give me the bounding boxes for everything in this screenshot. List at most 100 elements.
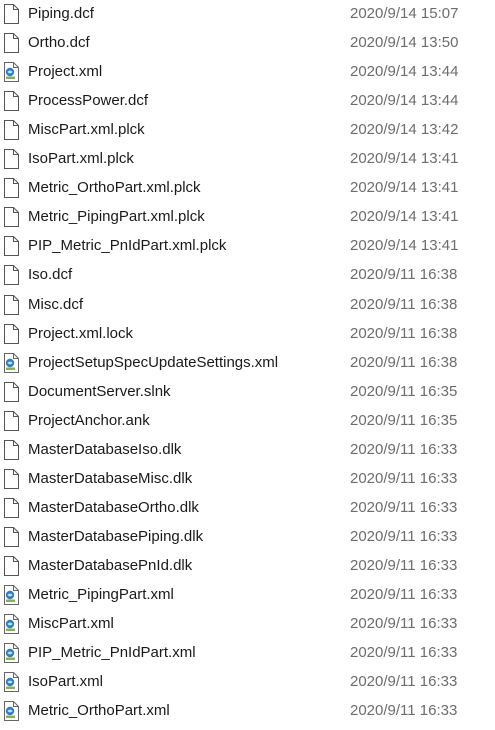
file-row[interactable]: Metric_OrthoPart.xml.plck 2020/9/14 13:4… — [0, 174, 495, 203]
file-name: PIP_Metric_PnIdPart.xml.plck — [28, 237, 227, 255]
file-row[interactable]: MasterDatabasePiping.dlk 2020/9/11 16:33 — [0, 523, 495, 552]
blank-file-icon — [3, 381, 19, 402]
file-row[interactable]: MiscPart.xml.plck 2020/9/14 13:42 — [0, 116, 495, 145]
blank-file-icon — [3, 265, 19, 286]
blank-file-icon — [3, 149, 19, 170]
xml-file-icon — [3, 62, 19, 83]
file-modified-date: 2020/9/11 16:38 — [350, 295, 458, 313]
blank-file-icon — [3, 468, 19, 489]
file-row[interactable]: ProcessPower.dcf 2020/9/14 13:44 — [0, 87, 495, 116]
file-name: ProcessPower.dcf — [28, 92, 149, 110]
xml-file-icon — [3, 585, 19, 605]
blank-file-icon — [3, 323, 19, 344]
file-name: Piping.dcf — [28, 5, 94, 22]
file-name: MasterDatabasePiping.dlk — [28, 527, 204, 545]
file-row[interactable]: MasterDatabaseOrtho.dlk 2020/9/11 16:33 — [0, 494, 495, 523]
file-row[interactable]: MiscPart.xml 2020/9/11 16:33 — [0, 610, 495, 639]
xml-file-icon — [3, 643, 19, 664]
file-modified-date: 2020/9/11 16:33 — [350, 527, 458, 545]
file-name: Metric_PipingPart.xml.plck — [28, 208, 205, 226]
file-name: Iso.dcf — [28, 266, 73, 284]
file-row[interactable]: Metric_OrthoPart.xml 2020/9/11 16:33 — [0, 697, 495, 726]
file-row[interactable]: Project.xml 2020/9/14 13:44 — [0, 58, 495, 87]
file-modified-date: 2020/9/11 16:35 — [350, 411, 458, 429]
file-modified-date: 2020/9/14 13:41 — [350, 179, 459, 197]
file-name: Ortho.dcf — [28, 34, 90, 52]
blank-file-icon — [3, 91, 19, 112]
file-row[interactable]: Metric_PipingPart.xml.plck 2020/9/14 13:… — [0, 203, 495, 232]
file-modified-date: 2020/9/14 13:42 — [350, 121, 459, 139]
file-row[interactable]: MasterDatabasePnId.dlk 2020/9/11 16:33 — [0, 552, 495, 581]
file-row[interactable]: MasterDatabaseMisc.dlk 2020/9/11 16:33 — [0, 465, 495, 494]
file-modified-date: 2020/9/14 13:41 — [350, 150, 459, 168]
file-name: DocumentServer.slnk — [28, 382, 171, 400]
file-modified-date: 2020/9/11 16:33 — [350, 673, 458, 691]
file-name: MasterDatabaseOrtho.dlk — [28, 498, 199, 516]
blank-file-icon — [3, 4, 19, 24]
file-modified-date: 2020/9/11 16:33 — [350, 498, 458, 516]
file-name: Misc.dcf — [28, 295, 84, 313]
file-row[interactable]: Metric_PipingPart.xml 2020/9/11 16:33 — [0, 581, 495, 610]
file-row[interactable]: PIP_Metric_PnIdPart.xml 2020/9/11 16:33 — [0, 639, 495, 668]
blank-file-icon — [3, 410, 19, 431]
file-name: MiscPart.xml — [28, 615, 114, 633]
file-modified-date: 2020/9/11 16:38 — [350, 324, 458, 342]
blank-file-icon — [3, 236, 19, 257]
file-modified-date: 2020/9/11 16:33 — [350, 644, 458, 662]
file-modified-date: 2020/9/14 13:44 — [350, 92, 459, 110]
file-row[interactable]: Iso.dcf 2020/9/11 16:38 — [0, 261, 495, 290]
file-row[interactable]: Misc.dcf 2020/9/11 16:38 — [0, 291, 495, 320]
file-name: IsoPart.xml — [28, 673, 104, 691]
file-name: Metric_OrthoPart.xml.plck — [28, 179, 201, 197]
file-modified-date: 2020/9/14 13:41 — [350, 237, 459, 255]
file-name: Metric_PipingPart.xml — [28, 586, 174, 603]
file-modified-date: 2020/9/14 13:50 — [350, 34, 459, 52]
file-modified-date: 2020/9/14 15:07 — [350, 5, 459, 22]
xml-file-icon — [3, 672, 19, 693]
file-list: Piping.dcf 2020/9/14 15:07 Ortho.dcf 202… — [0, 0, 495, 730]
xml-file-icon — [3, 701, 19, 722]
file-name: ProjectSetupSpecUpdateSettings.xml — [28, 353, 279, 371]
file-modified-date: 2020/9/14 13:41 — [350, 208, 459, 226]
blank-file-icon — [3, 497, 19, 518]
file-row[interactable]: ProjectAnchor.ank 2020/9/11 16:35 — [0, 407, 495, 436]
file-modified-date: 2020/9/11 16:35 — [350, 382, 458, 400]
blank-file-icon — [3, 555, 19, 576]
xml-file-icon — [3, 352, 19, 373]
file-row[interactable]: Project.xml.lock 2020/9/11 16:38 — [0, 320, 495, 349]
file-name: Project.xml.lock — [28, 324, 134, 342]
xml-file-icon — [3, 614, 19, 635]
file-name: Project.xml — [28, 63, 103, 81]
file-row[interactable]: IsoPart.xml 2020/9/11 16:33 — [0, 668, 495, 697]
file-modified-date: 2020/9/11 16:33 — [350, 615, 458, 633]
file-modified-date: 2020/9/14 13:44 — [350, 63, 459, 81]
file-name: MasterDatabasePnId.dlk — [28, 556, 193, 574]
file-name: MasterDatabaseIso.dlk — [28, 440, 182, 458]
file-name: Metric_OrthoPart.xml — [28, 702, 170, 720]
blank-file-icon — [3, 178, 19, 199]
blank-file-icon — [3, 33, 19, 54]
file-row[interactable]: DocumentServer.slnk 2020/9/11 16:35 — [0, 378, 495, 407]
file-name: MasterDatabaseMisc.dlk — [28, 469, 193, 487]
file-row[interactable]: Piping.dcf 2020/9/14 15:07 — [0, 0, 495, 29]
file-name: PIP_Metric_PnIdPart.xml — [28, 644, 196, 662]
file-modified-date: 2020/9/11 16:33 — [350, 440, 458, 458]
file-modified-date: 2020/9/11 16:33 — [350, 702, 458, 720]
file-modified-date: 2020/9/11 16:38 — [350, 266, 458, 284]
file-row[interactable]: ProjectSetupSpecUpdateSettings.xml 2020/… — [0, 349, 495, 378]
file-name: MiscPart.xml.plck — [28, 121, 145, 139]
file-modified-date: 2020/9/11 16:33 — [350, 586, 458, 603]
file-row[interactable]: PIP_Metric_PnIdPart.xml.plck 2020/9/14 1… — [0, 232, 495, 261]
blank-file-icon — [3, 120, 19, 141]
file-row[interactable]: MasterDatabaseIso.dlk 2020/9/11 16:33 — [0, 436, 495, 465]
file-name: IsoPart.xml.plck — [28, 150, 134, 168]
file-row[interactable]: Ortho.dcf 2020/9/14 13:50 — [0, 29, 495, 58]
file-modified-date: 2020/9/11 16:33 — [350, 556, 458, 574]
blank-file-icon — [3, 294, 19, 315]
blank-file-icon — [3, 207, 19, 228]
blank-file-icon — [3, 439, 19, 460]
file-name: ProjectAnchor.ank — [28, 411, 150, 429]
file-modified-date: 2020/9/11 16:33 — [350, 469, 458, 487]
file-modified-date: 2020/9/11 16:38 — [350, 353, 458, 371]
file-row[interactable]: IsoPart.xml.plck 2020/9/14 13:41 — [0, 145, 495, 174]
